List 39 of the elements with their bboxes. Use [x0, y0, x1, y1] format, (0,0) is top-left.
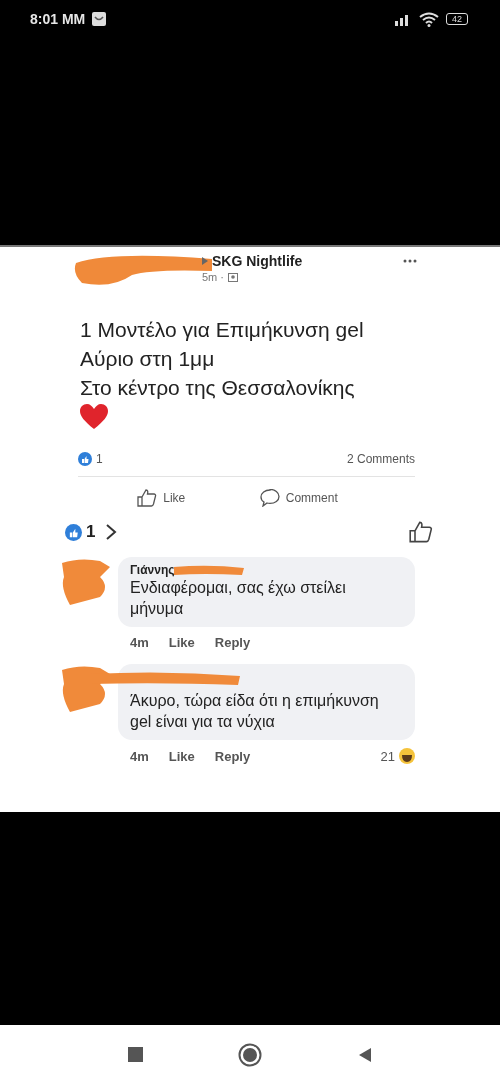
audience-icon: [228, 272, 238, 282]
chevron-right-icon[interactable]: [105, 523, 118, 541]
comment-text: Άκυρο, τώρα είδα ότι η επιμήκυνση gel είναι για τα νύχια: [130, 691, 380, 732]
status-time: 8:01 MM: [30, 11, 86, 27]
page-name[interactable]: SKG Nightlife: [212, 253, 303, 269]
like-link[interactable]: Like: [168, 635, 195, 650]
notification-icon: [92, 12, 107, 26]
reaction-count: 1: [96, 452, 103, 466]
more-options-icon[interactable]: [403, 259, 417, 263]
post-text: 1 Μοντέλο για Επιμήκυνση gel: [80, 317, 365, 343]
heart-icon: [80, 404, 108, 430]
battery-indicator: 42: [446, 13, 468, 25]
thumbs-up-icon: [137, 489, 158, 507]
reaction-count: 1: [86, 522, 96, 542]
reaction-count: 21: [380, 748, 395, 764]
reply-link[interactable]: Reply: [214, 748, 251, 764]
speech-bubble-icon: [259, 489, 280, 507]
comment-button[interactable]: Comment: [259, 489, 338, 507]
post-text: Αύριο στη 1μμ: [80, 346, 216, 372]
comment-text: Ενδιαφέρομαι, σας έχω στείλει μήνυμα: [130, 578, 347, 619]
redaction-scribble: [174, 564, 245, 576]
reply-link[interactable]: Reply: [214, 635, 251, 650]
like-icon[interactable]: [409, 521, 433, 543]
comment-time: 4m: [130, 748, 149, 764]
like-reaction-icon: [78, 452, 92, 466]
like-reaction-icon: [65, 523, 82, 541]
home-button[interactable]: [237, 1042, 262, 1067]
post-time: 5m ·: [202, 271, 224, 283]
post-text: Στο κέντρο της Θεσσαλονίκης: [80, 375, 356, 401]
comment-time: 4m: [130, 635, 149, 650]
laugh-reaction-icon: [399, 748, 415, 764]
recents-button[interactable]: [127, 1047, 143, 1062]
like-button[interactable]: Like: [137, 489, 186, 507]
like-link[interactable]: Like: [168, 748, 195, 764]
comments-count[interactable]: 2 Comments: [346, 452, 415, 466]
commenter-name[interactable]: Γιάννης: [130, 563, 175, 577]
redaction-scribble: [60, 557, 112, 607]
arrow-icon: [202, 257, 208, 265]
wifi-icon: [419, 11, 439, 27]
